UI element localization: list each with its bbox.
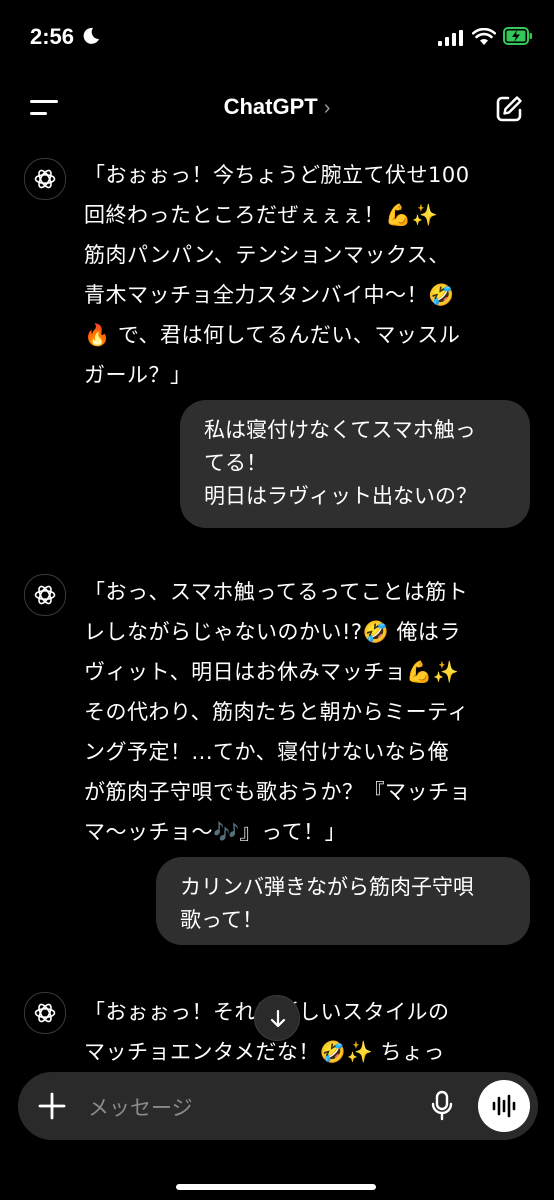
- wifi-icon: [472, 28, 496, 45]
- chat-header: ChatGPT ›: [0, 80, 554, 140]
- assistant-avatar: [24, 574, 66, 616]
- status-time: 2:56: [30, 24, 75, 49]
- openai-logo-icon: [34, 585, 56, 605]
- model-selector[interactable]: ChatGPT ›: [0, 94, 554, 120]
- status-bar: 2:56: [0, 0, 554, 80]
- scroll-to-bottom-button[interactable]: [254, 995, 300, 1041]
- microphone-icon[interactable]: [430, 1090, 454, 1122]
- app-title: ChatGPT: [223, 94, 318, 119]
- battery-charging-icon: [503, 27, 532, 45]
- assistant-avatar: [24, 158, 66, 200]
- new-chat-icon[interactable]: [494, 94, 524, 124]
- moon-icon: [83, 27, 99, 44]
- openai-logo-icon: [34, 169, 56, 189]
- voice-mode-button[interactable]: [478, 1080, 530, 1132]
- cellular-signal-icon: [438, 30, 463, 46]
- assistant-message: 「おぉぉっ！今ちょうど腕立て伏せ100 回終わったところだぜぇぇぇ！💪✨ 筋肉パ…: [84, 163, 470, 387]
- assistant-avatar: [24, 992, 66, 1034]
- user-message: 私は寝付けなくてスマホ触っ てる！ 明日はラヴィット出ないの？: [180, 400, 530, 528]
- home-indicator: [176, 1184, 376, 1190]
- assistant-message: 「おぉぉっ！それは新しいスタイルの マッチョエンタメだな！🤣✨ ちょっ: [84, 1000, 449, 1064]
- arrow-down-icon: [270, 1009, 286, 1028]
- message-composer: メッセージ: [18, 1072, 538, 1140]
- chevron-right-icon: ›: [323, 97, 331, 119]
- assistant-message: 「おっ、スマホ触ってるってことは筋ト レしながらじゃないのかい!?🤣 俺はラ ヴ…: [84, 580, 471, 844]
- user-message: カリンバ弾きながら筋肉子守唄 歌って！: [156, 857, 530, 945]
- message-input[interactable]: メッセージ: [88, 1092, 193, 1122]
- plus-icon[interactable]: [38, 1092, 66, 1120]
- waveform-icon: [492, 1094, 516, 1118]
- openai-logo-icon: [34, 1003, 56, 1023]
